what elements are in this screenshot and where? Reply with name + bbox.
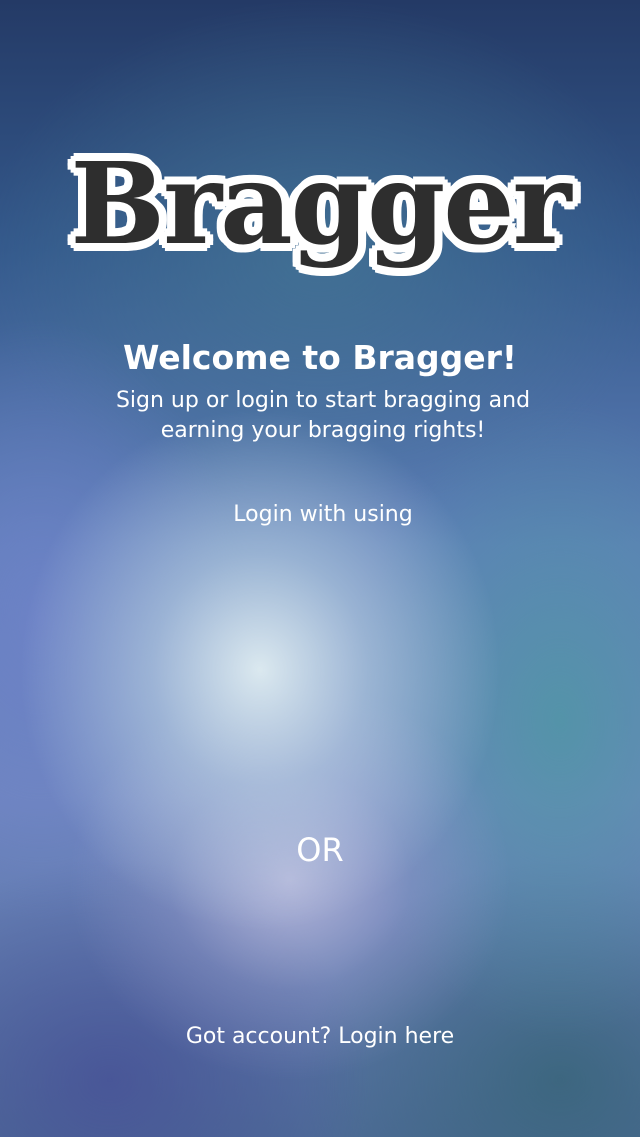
app-logo: Bragger: [0, 135, 640, 285]
login-link[interactable]: Got account? Login here: [0, 1020, 640, 1054]
or-divider: OR: [296, 831, 344, 869]
logo-text: Bragger: [70, 139, 571, 270]
social-login-label: Login with using: [233, 502, 413, 527]
welcome-subtitle: Sign up or login to start bragging and e…: [115, 388, 531, 443]
welcome-title: Welcome to Bragger!: [123, 338, 517, 377]
